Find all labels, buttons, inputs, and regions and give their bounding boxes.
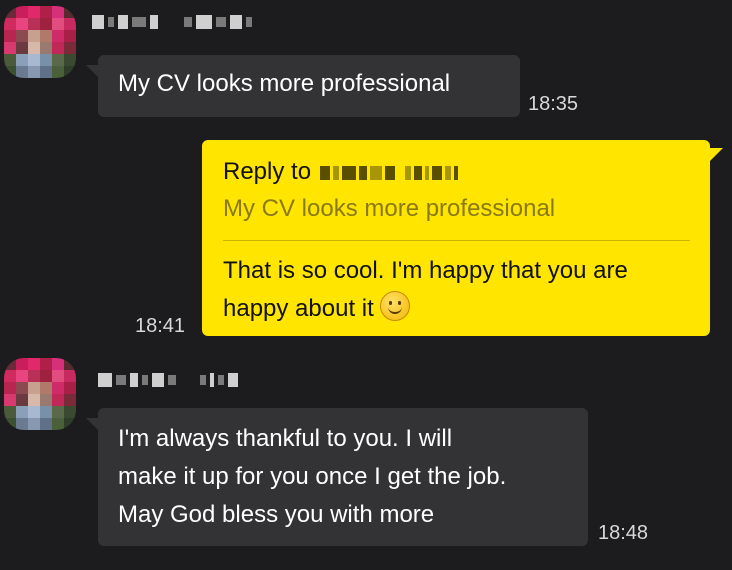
message-bubble-incoming[interactable]: My CV looks more professional bbox=[98, 55, 520, 117]
reply-quote-text: My CV looks more professional bbox=[223, 195, 556, 222]
message-bubble-outgoing[interactable]: Reply to My CV looks more professional T… bbox=[202, 140, 710, 336]
smiling-face-emoji-icon bbox=[379, 291, 410, 321]
message-text: My CV looks more professional bbox=[118, 70, 451, 97]
reply-sender-name bbox=[320, 162, 458, 184]
message-timestamp: 18:35 bbox=[528, 93, 579, 115]
avatar[interactable] bbox=[4, 6, 76, 78]
message-text-line: make it up for you once I get the job. bbox=[118, 463, 507, 490]
message-text: That is so cool. I'm happy that you are … bbox=[223, 257, 628, 322]
message-text-line: I'm always thankful to you. I will bbox=[118, 425, 453, 452]
reply-label: Reply to bbox=[223, 158, 312, 185]
sender-name bbox=[98, 370, 238, 390]
message-timestamp: 18:48 bbox=[598, 522, 649, 544]
avatar[interactable] bbox=[4, 358, 76, 430]
message-text-line: May God bless you with more bbox=[118, 501, 435, 528]
bubble-tail bbox=[709, 148, 723, 162]
message-bubble-incoming[interactable]: I'm always thankful to you. I will make … bbox=[98, 408, 588, 546]
reply-divider bbox=[223, 240, 690, 241]
message-timestamp: 18:41 bbox=[135, 315, 186, 337]
sender-name bbox=[92, 12, 252, 32]
